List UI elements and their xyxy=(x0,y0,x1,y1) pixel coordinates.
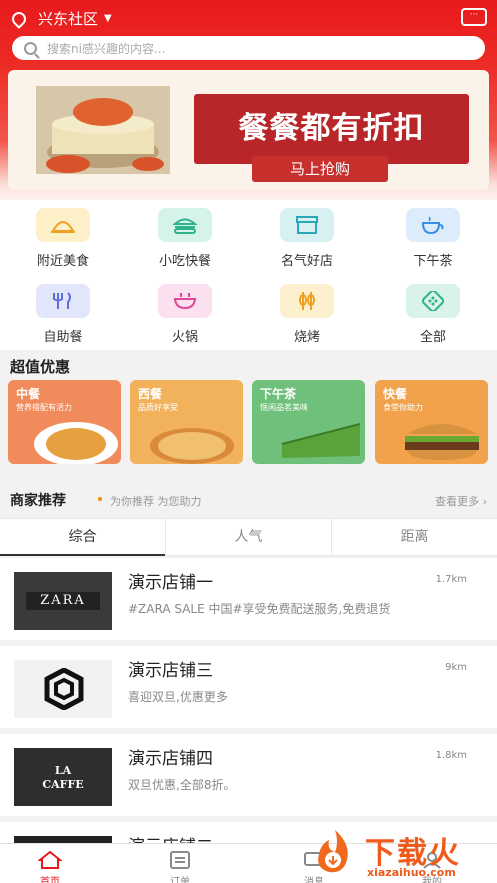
deal-card-fastfood[interactable]: 快餐 食堂你助力 xyxy=(375,380,488,464)
location-selector[interactable]: 兴东社区 ▼ xyxy=(9,8,112,29)
shop-description: 喜迎双旦,优惠更多 xyxy=(128,690,228,704)
cloche-icon xyxy=(36,208,90,242)
banner-cta-button[interactable]: 马上抢购 xyxy=(252,156,388,182)
shop-name: 演示店铺三 xyxy=(128,661,213,681)
flame-logo-icon xyxy=(318,830,348,873)
location-pin-icon xyxy=(9,8,29,29)
shops-header: 商家推荐 为你推荐 为您助力 查看更多 › xyxy=(0,485,497,513)
caret-down-icon: ▼ xyxy=(104,13,112,24)
shop-name: 演示店铺四 xyxy=(128,749,213,769)
grid-dots-icon xyxy=(406,284,460,318)
separator-dot xyxy=(98,497,102,501)
pizza-image xyxy=(150,428,234,464)
category-label: 下午茶 xyxy=(413,254,453,269)
category-label: 烧烤 xyxy=(293,330,320,345)
shop-description: #ZARA SALE 中国#享受免费配送服务,免费退货 xyxy=(128,602,391,616)
shops-subtitle: 为你推荐 为您助力 xyxy=(110,495,202,508)
shop-thumbnail: LA CAFFE xyxy=(14,748,112,806)
category-grid: 附近美食 小吃快餐 名气好店 下午茶 自助餐 火锅 烧烤 全部 xyxy=(0,200,497,350)
deals-row: 中餐 营养搭配有活力 西餐 品质好享受 下午茶 惬闲品茗美味 快餐 食堂你助力 xyxy=(0,376,497,468)
deal-card-western[interactable]: 西餐 品质好享受 xyxy=(130,380,243,464)
category-snack[interactable]: 小吃快餐 xyxy=(140,208,230,269)
tab-distance[interactable]: 距离 xyxy=(332,519,497,555)
burger-image xyxy=(405,424,479,460)
skewer-icon xyxy=(280,284,334,318)
order-list-icon xyxy=(170,851,190,869)
teacup-icon xyxy=(406,208,460,242)
deals-title: 超值优惠 xyxy=(10,358,71,376)
deal-subtitle: 营养搭配有活力 xyxy=(16,403,72,412)
shop-description: 双旦优惠,全部8折。 xyxy=(128,778,236,792)
category-label: 名气好店 xyxy=(280,254,333,269)
home-icon xyxy=(37,850,63,869)
category-label: 火锅 xyxy=(171,330,198,345)
see-more-link[interactable]: 查看更多 › xyxy=(435,493,487,509)
category-label: 小吃快餐 xyxy=(158,254,211,269)
shop-logo-text: LA CAFFE xyxy=(42,764,84,791)
storefront-icon xyxy=(280,208,334,242)
sort-tabs: 综合 人气 距离 xyxy=(0,518,497,556)
category-buffet[interactable]: 自助餐 xyxy=(18,284,108,345)
tab-orders[interactable]: 订单 xyxy=(150,850,210,883)
shop-distance: 1.8km xyxy=(435,750,467,761)
promo-banner[interactable]: 餐餐都有折扣 马上抢购 xyxy=(8,70,489,190)
search-bar[interactable]: 搜索ni感兴趣的内容... xyxy=(12,36,485,60)
crab-steamer-image xyxy=(36,86,170,174)
shop-distance: 1.7km xyxy=(435,574,467,585)
category-label: 自助餐 xyxy=(43,330,83,345)
shop-thumbnail xyxy=(14,660,112,718)
location-label: 兴东社区 xyxy=(38,10,99,28)
hexagon-logo-icon xyxy=(44,668,84,710)
pasta-image xyxy=(34,422,118,464)
category-hotpot[interactable]: 火锅 xyxy=(140,284,230,345)
tab-overall[interactable]: 综合 xyxy=(0,519,166,556)
deal-subtitle: 品质好享受 xyxy=(138,403,178,412)
deal-title: 快餐 xyxy=(383,387,408,401)
deal-title: 中餐 xyxy=(16,387,41,401)
shop-thumbnail: ZARA xyxy=(14,572,112,630)
deal-subtitle: 食堂你助力 xyxy=(383,403,423,412)
shop-logo-text: ZARA xyxy=(26,592,100,610)
shop-list-item[interactable]: 演示店铺三 9km 喜迎双旦,优惠更多 xyxy=(0,646,497,728)
tab-home[interactable]: 首页 xyxy=(20,850,80,883)
matcha-cake-image xyxy=(281,423,361,458)
chat-bubble-icon[interactable]: ··· xyxy=(461,8,487,26)
shops-title: 商家推荐 xyxy=(10,493,66,509)
shop-distance: 9km xyxy=(445,662,467,673)
watermark-url: xiazaihuo.com xyxy=(367,866,456,879)
fork-knife-icon xyxy=(36,284,90,318)
shop-list-item[interactable]: ZARA 演示店铺一 1.7km #ZARA SALE 中国#享受免费配送服务,… xyxy=(0,558,497,640)
category-bbq[interactable]: 烧烤 xyxy=(262,284,352,345)
category-nearby-food[interactable]: 附近美食 xyxy=(18,208,108,269)
tab-label: 首页 xyxy=(40,877,60,883)
tab-label: 订单 xyxy=(170,877,190,883)
category-label: 附近美食 xyxy=(36,254,89,269)
category-label: 全部 xyxy=(419,330,446,345)
category-all[interactable]: 全部 xyxy=(388,284,478,345)
deal-subtitle: 惬闲品茗美味 xyxy=(260,403,308,412)
search-placeholder: 搜索ni感兴趣的内容... xyxy=(47,41,166,56)
shop-name: 演示店铺一 xyxy=(128,573,213,593)
banner-headline: 餐餐都有折扣 xyxy=(194,94,469,164)
deal-title: 下午茶 xyxy=(260,387,297,401)
tab-popularity[interactable]: 人气 xyxy=(166,519,332,555)
deal-title: 西餐 xyxy=(138,387,163,401)
burger-icon xyxy=(158,208,212,242)
watermark: 下载火 xiazaihuo.com xyxy=(307,826,487,882)
category-famous-shop[interactable]: 名气好店 xyxy=(262,208,352,269)
category-afternoon-tea[interactable]: 下午茶 xyxy=(388,208,478,269)
see-more-label: 查看更多 xyxy=(435,495,480,508)
deal-card-chinese[interactable]: 中餐 营养搭配有活力 xyxy=(8,380,121,464)
search-icon xyxy=(24,41,37,55)
hotpot-icon xyxy=(158,284,212,318)
deal-card-afternoon-tea[interactable]: 下午茶 惬闲品茗美味 xyxy=(252,380,365,464)
shop-list-item[interactable]: LA CAFFE 演示店铺四 1.8km 双旦优惠,全部8折。 xyxy=(0,734,497,816)
